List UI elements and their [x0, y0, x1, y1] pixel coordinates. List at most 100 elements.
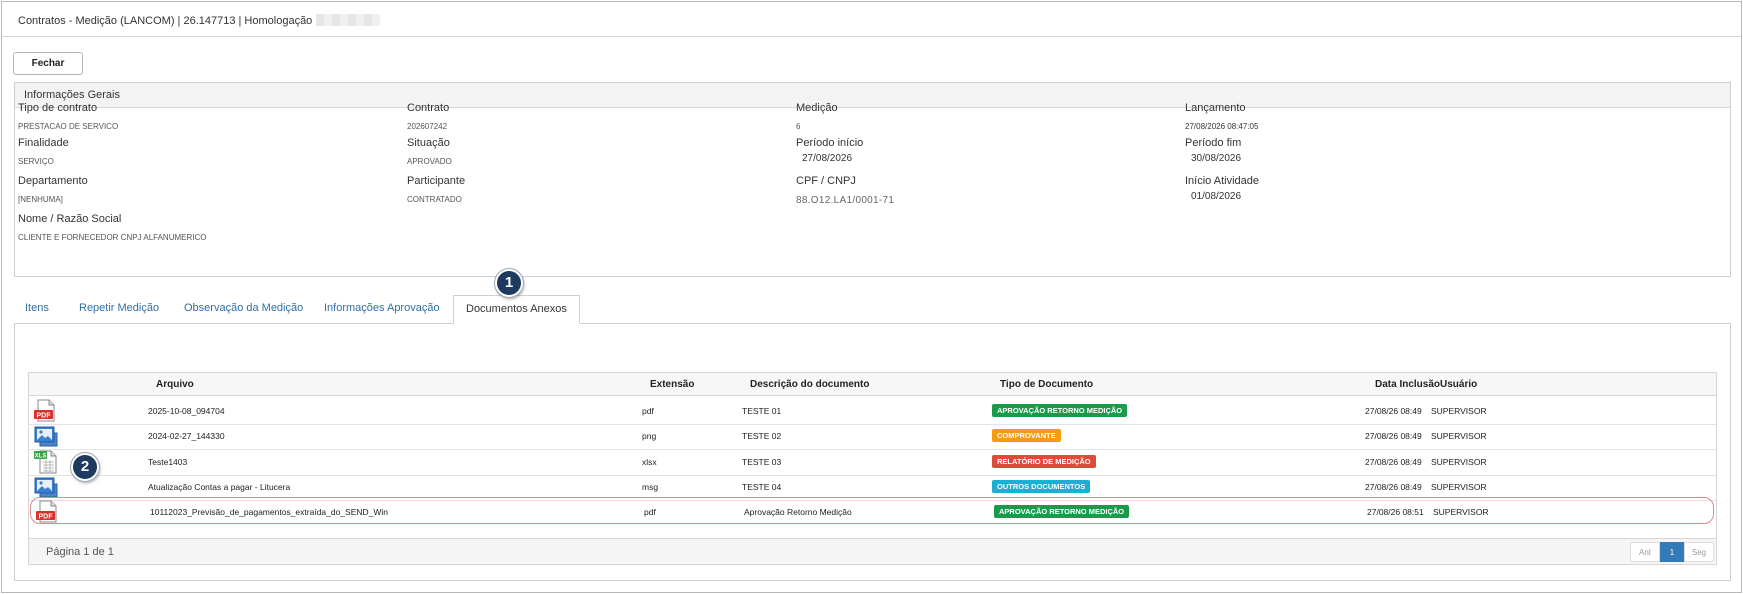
cell-descricao: Aprovação Retorno Medição — [744, 507, 852, 518]
cell-arquivo[interactable]: Atualização Contas a pagar - Litucera — [148, 482, 290, 492]
field-label: Tipo de contrato — [18, 102, 98, 114]
field-value: [NENHUMA] — [18, 195, 63, 204]
cell-data-inclusao: 27/08/26 08:49 — [1365, 406, 1422, 416]
svg-text:PDF: PDF — [37, 412, 52, 419]
table-row[interactable]: PDF 10112023_Previsão_de_pagamentos_extra… — [30, 497, 1714, 525]
field-label: Finalidade — [18, 137, 69, 149]
document-type-badge: COMPROVANTE — [992, 429, 1061, 443]
window-title: Contratos - Medição (LANCOM) | 26.147713… — [18, 14, 381, 27]
field-value: 202607242 — [407, 122, 448, 131]
tab-informacoes-aprovacao[interactable]: Informações Aprovação — [324, 295, 440, 324]
field-label: Lançamento — [1185, 102, 1246, 114]
field-cpf-cnpj: CPF / CNPJ 88.O12.LA1/0001-71 — [796, 175, 894, 206]
cell-extensao: pdf — [642, 406, 654, 416]
cell-data-inclusao: 27/08/26 08:51 — [1367, 507, 1424, 518]
main-window: Contratos - Medição (LANCOM) | 26.147713… — [1, 1, 1742, 593]
cell-arquivo[interactable]: 2025-10-08_094704 — [148, 406, 225, 416]
panel-heading: Informações Gerais — [15, 83, 1730, 108]
field-value: CONTRATADO — [407, 195, 462, 204]
cell-usuario: SUPERVISOR — [1431, 431, 1487, 442]
image-file-icon[interactable] — [33, 475, 58, 499]
tab-documentos-anexos[interactable]: Documentos Anexos — [453, 295, 580, 324]
field-value: PRESTACAO DE SERVICO — [18, 122, 119, 131]
xls-file-icon[interactable]: XLS — [33, 450, 58, 474]
cell-arquivo[interactable]: 10112023_Previsão_de_pagamentos_extraída… — [150, 507, 388, 517]
step-marker-1: 1 — [495, 269, 523, 297]
field-label: Período início — [796, 137, 864, 149]
field-label: Início Atividade — [1185, 175, 1259, 187]
field-label: Departamento — [18, 175, 88, 187]
field-finalidade: Finalidade SERVIÇO — [18, 137, 69, 166]
svg-text:XLS: XLS — [35, 453, 47, 459]
tab-repetir-medicao[interactable]: Repetir Medição — [79, 295, 159, 324]
field-label: Situação — [407, 137, 450, 149]
step-marker-2: 2 — [71, 453, 99, 481]
field-value: SERVIÇO — [18, 157, 54, 166]
field-situacao: Situação APROVADO — [407, 137, 452, 166]
pagination: Ant 1 Seg — [1630, 542, 1714, 562]
previous-page-button[interactable]: Ant — [1630, 542, 1660, 562]
title-bar: Contratos - Medição (LANCOM) | 26.147713… — [2, 2, 1741, 37]
header-descricao[interactable]: Descrição do documento — [750, 379, 869, 390]
document-type-badge: APROVAÇÃO RETORNO MEDIÇÃO — [994, 505, 1130, 519]
table-row[interactable]: 2024-02-27_144330 png TESTE 02 COMPROVANTE 2… — [29, 422, 1716, 451]
table-row[interactable]: XLS Teste1403 xlsx TESTE 03 RELATÓRIO DE MED… — [29, 448, 1716, 476]
field-label: Contrato — [407, 102, 450, 114]
cell-descricao: TESTE 01 — [742, 406, 782, 416]
field-value: 88.O12.LA1/0001-71 — [796, 195, 895, 206]
field-label: Período fim — [1185, 137, 1242, 149]
page-1-button[interactable]: 1 — [1660, 542, 1684, 562]
cell-descricao: TESTE 04 — [742, 481, 782, 492]
field-tipo-contrato: Tipo de contrato PRESTACAO DE SERVICO — [18, 102, 118, 131]
cell-arquivo[interactable]: 2024-02-27_144330 — [148, 431, 225, 441]
cell-data-inclusao: 27/08/26 08:49 — [1365, 481, 1422, 492]
header-usuario[interactable]: Usuário — [1440, 379, 1477, 390]
documents-table: Arquivo Extensão Descrição do documento … — [28, 372, 1717, 565]
image-file-icon[interactable] — [33, 424, 58, 448]
table-row[interactable]: PDF 2025-10-08_094704 pdf TESTE 01 APROVAÇÃO… — [29, 397, 1716, 425]
pdf-file-icon[interactable]: PDF — [33, 399, 58, 423]
document-type-badge: RELATÓRIO DE MEDIÇÃO — [992, 454, 1096, 468]
field-value: 27/08/2026 — [802, 153, 853, 164]
field-value: 6 — [796, 122, 801, 131]
field-value: 01/08/2026 — [1191, 191, 1242, 202]
field-value: APROVADO — [407, 157, 452, 166]
field-medicao: Medição 6 — [796, 102, 838, 131]
svg-text:PDF: PDF — [39, 513, 54, 520]
cell-usuario: SUPERVISOR — [1433, 507, 1489, 518]
field-participante: Participante CONTRATADO — [407, 175, 465, 204]
field-inicio-atividade: Início Atividade 01/08/2026 — [1185, 175, 1259, 202]
pdf-file-icon[interactable]: PDF — [35, 500, 60, 524]
header-tipo-documento[interactable]: Tipo de Documento — [1000, 379, 1093, 390]
document-type-badge: OUTROS DOCUMENTOS — [992, 479, 1091, 493]
cell-extensao: png — [642, 431, 657, 442]
field-nome-razao-social: Nome / Razão Social CLIENTE E FORNECEDOR… — [18, 213, 206, 242]
cell-extensao: msg — [642, 481, 659, 492]
document-type-badge: APROVAÇÃO RETORNO MEDIÇÃO — [992, 404, 1128, 417]
cell-descricao: TESTE 02 — [742, 431, 782, 442]
cell-data-inclusao: 27/08/26 08:49 — [1365, 456, 1422, 467]
field-departamento: Departamento [NENHUMA] — [18, 175, 88, 204]
general-info-panel: Informações Gerais Tipo de contrato PRES… — [14, 82, 1731, 277]
cell-descricao: TESTE 03 — [742, 456, 782, 467]
field-periodo-fim: Período fim 30/08/2026 — [1185, 137, 1241, 164]
next-page-button[interactable]: Seg — [1684, 542, 1714, 562]
table-header: Arquivo Extensão Descrição do documento … — [29, 373, 1716, 396]
header-arquivo[interactable]: Arquivo — [156, 379, 194, 390]
cell-usuario: SUPERVISOR — [1431, 456, 1487, 467]
header-data-inclusao[interactable]: Data Inclusão — [1375, 379, 1440, 390]
header-extensao[interactable]: Extensão — [650, 379, 694, 390]
documents-panel: Arquivo Extensão Descrição do documento … — [14, 323, 1731, 581]
cell-usuario: SUPERVISOR — [1431, 406, 1487, 416]
cell-usuario: SUPERVISOR — [1431, 481, 1487, 492]
tab-observacao-medicao[interactable]: Observação da Medição — [184, 295, 303, 324]
cell-arquivo[interactable]: Teste1403 — [148, 457, 187, 467]
close-button[interactable]: Fechar — [13, 52, 83, 75]
field-label: Nome / Razão Social — [18, 213, 122, 225]
field-periodo-inicio: Período início 27/08/2026 — [796, 137, 863, 164]
table-footer: Página 1 de 1 Ant 1 Seg — [29, 538, 1716, 564]
field-label: Medição — [796, 102, 838, 114]
tab-itens[interactable]: Itens — [25, 295, 49, 324]
redacted-text — [316, 14, 381, 26]
field-label: CPF / CNPJ — [796, 175, 856, 187]
